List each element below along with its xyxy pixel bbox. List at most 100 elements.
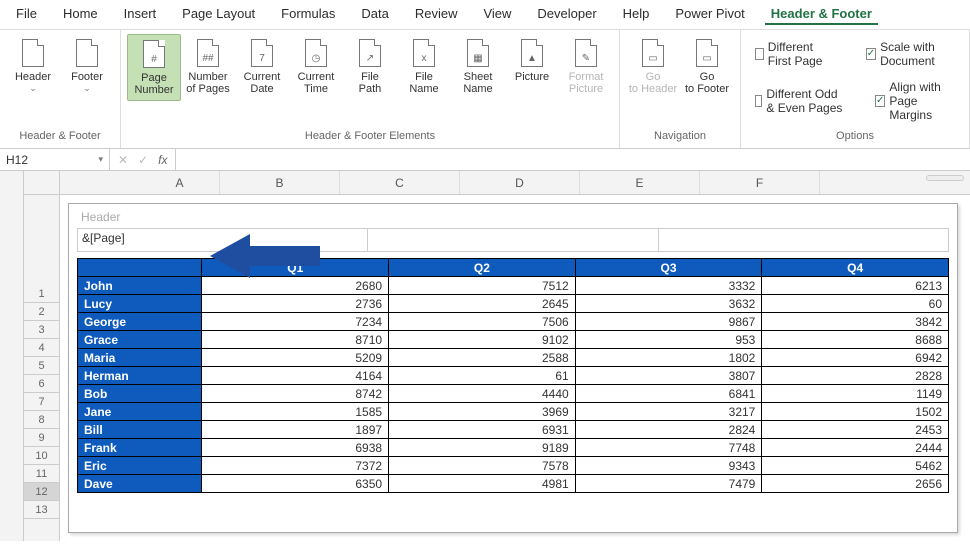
tab-home[interactable]: Home (57, 4, 104, 25)
table-row[interactable]: Herman41646138072828 (78, 367, 949, 385)
data-cell[interactable]: 9867 (575, 313, 762, 331)
data-cell[interactable]: 2828 (762, 367, 949, 385)
table-header[interactable]: Q2 (389, 259, 576, 277)
data-cell[interactable]: 4440 (389, 385, 576, 403)
data-cell[interactable]: 8710 (202, 331, 389, 349)
data-cell[interactable]: 2588 (389, 349, 576, 367)
tab-review[interactable]: Review (409, 4, 464, 25)
tab-data[interactable]: Data (355, 4, 394, 25)
option-align-with-page-margins[interactable]: ✓Align with Page Margins (875, 78, 955, 124)
table-row[interactable]: John2680751233326213 (78, 277, 949, 295)
row-name-cell[interactable]: George (78, 313, 202, 331)
tab-page-layout[interactable]: Page Layout (176, 4, 261, 25)
data-cell[interactable]: 6841 (575, 385, 762, 403)
horizontal-scroll-mini[interactable] (926, 174, 964, 182)
table-header[interactable]: Q4 (762, 259, 949, 277)
table-row[interactable]: Grace871091029538688 (78, 331, 949, 349)
table-header[interactable] (78, 259, 202, 277)
select-all-gutter[interactable] (0, 171, 24, 541)
table-row[interactable]: Bill1897693128242453 (78, 421, 949, 439)
header-center[interactable] (368, 229, 658, 251)
data-cell[interactable]: 7512 (389, 277, 576, 295)
data-cell[interactable]: 3217 (575, 403, 762, 421)
tab-developer[interactable]: Developer (531, 4, 602, 25)
data-cell[interactable]: 6350 (202, 475, 389, 493)
cancel-icon[interactable]: ✕ (118, 153, 128, 167)
row-header-4[interactable]: 4 (24, 339, 59, 357)
data-cell[interactable]: 1149 (762, 385, 949, 403)
row-name-cell[interactable]: Grace (78, 331, 202, 349)
data-cell[interactable]: 60 (762, 295, 949, 313)
table-row[interactable]: Frank6938918977482444 (78, 439, 949, 457)
data-cell[interactable]: 4164 (202, 367, 389, 385)
row-name-cell[interactable]: Jane (78, 403, 202, 421)
data-cell[interactable]: 5462 (762, 457, 949, 475)
data-cell[interactable]: 6213 (762, 277, 949, 295)
row-name-cell[interactable]: Frank (78, 439, 202, 457)
option-different-first-page[interactable]: Different First Page (755, 38, 838, 70)
option-scale-with-document[interactable]: ✓Scale with Document (866, 38, 955, 70)
data-table[interactable]: Q1Q2Q3Q4John2680751233326213Lucy27362645… (77, 258, 949, 493)
data-cell[interactable]: 9343 (575, 457, 762, 475)
data-cell[interactable]: 1802 (575, 349, 762, 367)
data-cell[interactable]: 7234 (202, 313, 389, 331)
row-header-9[interactable]: 9 (24, 429, 59, 447)
row-header-7[interactable]: 7 (24, 393, 59, 411)
row-header-11[interactable]: 11 (24, 465, 59, 483)
formula-input[interactable] (176, 149, 970, 170)
row-name-cell[interactable]: Herman (78, 367, 202, 385)
option-different-odd-even-pages[interactable]: Different Odd & Even Pages (755, 78, 847, 124)
row-name-cell[interactable]: Maria (78, 349, 202, 367)
table-row[interactable]: Lucy27362645363260 (78, 295, 949, 313)
data-cell[interactable]: 7748 (575, 439, 762, 457)
footer-button[interactable]: Footer⌄ (60, 34, 114, 98)
data-cell[interactable]: 8688 (762, 331, 949, 349)
tab-power-pivot[interactable]: Power Pivot (669, 4, 750, 25)
data-cell[interactable]: 7578 (389, 457, 576, 475)
row-header-8[interactable]: 8 (24, 411, 59, 429)
data-cell[interactable]: 3842 (762, 313, 949, 331)
row-header-5[interactable]: 5 (24, 357, 59, 375)
table-row[interactable]: Dave6350498174792656 (78, 475, 949, 493)
current-date-button[interactable]: 7CurrentDate (235, 34, 289, 101)
col-header-F[interactable]: F (700, 171, 820, 194)
row-name-cell[interactable]: Lucy (78, 295, 202, 313)
tab-formulas[interactable]: Formulas (275, 4, 341, 25)
data-cell[interactable]: 3807 (575, 367, 762, 385)
enter-icon[interactable]: ✓ (138, 153, 148, 167)
data-cell[interactable]: 2444 (762, 439, 949, 457)
row-header-12[interactable]: 12 (24, 483, 59, 501)
table-row[interactable]: Bob8742444068411149 (78, 385, 949, 403)
data-cell[interactable]: 4981 (389, 475, 576, 493)
data-cell[interactable]: 2656 (762, 475, 949, 493)
tab-header-footer[interactable]: Header & Footer (765, 4, 878, 25)
row-name-cell[interactable]: Eric (78, 457, 202, 475)
data-cell[interactable]: 3969 (389, 403, 576, 421)
go-to-footer-button[interactable]: ▭Goto Footer (680, 34, 734, 99)
data-cell[interactable]: 7479 (575, 475, 762, 493)
col-header-B[interactable]: B (220, 171, 340, 194)
number-of-pages-button[interactable]: ##Numberof Pages (181, 34, 235, 101)
data-cell[interactable]: 2680 (202, 277, 389, 295)
data-cell[interactable]: 6938 (202, 439, 389, 457)
current-time-button[interactable]: ◷CurrentTime (289, 34, 343, 101)
row-header-13[interactable]: 13 (24, 501, 59, 519)
data-cell[interactable]: 61 (389, 367, 576, 385)
tab-help[interactable]: Help (617, 4, 656, 25)
data-cell[interactable]: 6931 (389, 421, 576, 439)
name-box[interactable]: H12 ▾ (0, 149, 110, 170)
data-cell[interactable]: 1585 (202, 403, 389, 421)
row-header-10[interactable]: 10 (24, 447, 59, 465)
file-path-button[interactable]: ↗FilePath (343, 34, 397, 101)
tab-file[interactable]: File (10, 4, 43, 25)
col-header-C[interactable]: C (340, 171, 460, 194)
data-cell[interactable]: 1502 (762, 403, 949, 421)
table-header[interactable]: Q3 (575, 259, 762, 277)
data-cell[interactable]: 3332 (575, 277, 762, 295)
data-cell[interactable]: 2453 (762, 421, 949, 439)
row-name-cell[interactable]: Bill (78, 421, 202, 439)
tab-view[interactable]: View (477, 4, 517, 25)
table-row[interactable]: Jane1585396932171502 (78, 403, 949, 421)
row-header-3[interactable]: 3 (24, 321, 59, 339)
data-cell[interactable]: 3632 (575, 295, 762, 313)
